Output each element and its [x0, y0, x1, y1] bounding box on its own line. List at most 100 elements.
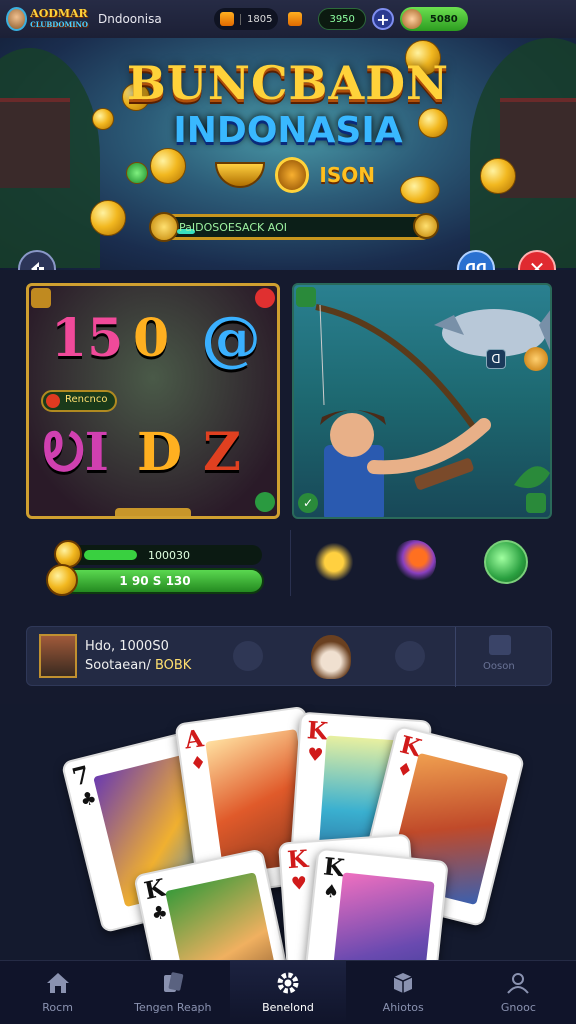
- gem-icon: [288, 12, 303, 26]
- card-hand-area: 7 ♣ A ♦ K ♥ K ♦ K ♣ K ♥ K ♠: [0, 704, 576, 960]
- coin-deco: [150, 148, 186, 184]
- hero-banner[interactable]: BUNCBADN INDONASIA ISON PaIDOSOESACK AOI…: [0, 38, 576, 270]
- card-rank: A: [182, 723, 206, 755]
- player-balance-value: 5080: [429, 13, 458, 25]
- region-label: Dndoonisa: [98, 12, 162, 26]
- emblem-text: ISON: [319, 163, 375, 187]
- player-info-bar[interactable]: Hdo, 1000S0 Sootaean/ BOBK Ooson: [26, 626, 552, 687]
- currency-value-1: 1805: [240, 13, 272, 25]
- reward-progress-bar: 100030: [54, 545, 262, 565]
- slot-label: Rencnco: [41, 390, 118, 412]
- card-art: [165, 872, 283, 960]
- collect-reward-value: 1 90 S 130: [119, 574, 191, 588]
- slot-bottom-tab: [115, 508, 191, 516]
- add-currency-button[interactable]: +: [371, 8, 394, 30]
- card-suit: ♣: [149, 901, 170, 926]
- app-logo[interactable]: AODMAR CLUBDOMINO: [6, 3, 88, 35]
- fishing-action-icon[interactable]: [526, 493, 546, 513]
- slot-game-card[interactable]: 15 0 @ Rencnco ᎧI D Z: [26, 283, 280, 519]
- box-icon: [393, 973, 413, 993]
- top-bar: AODMAR CLUBDOMINO Dndoonisa 1805 3950 + 5…: [0, 0, 576, 38]
- banner-title: BUNCBADN: [126, 56, 450, 110]
- banner-emblem: ISON: [215, 153, 375, 197]
- slot-symbol: ᎧI: [43, 422, 109, 483]
- lure-icon[interactable]: [392, 540, 436, 584]
- currency-value-2: 3950: [329, 13, 355, 25]
- tab-label: Benelond: [262, 1001, 314, 1014]
- coin-icon: [46, 564, 78, 596]
- check-icon[interactable]: ✓: [298, 493, 318, 513]
- logo-subtext: CLUBDOMINO: [30, 20, 88, 29]
- card-art: [329, 872, 435, 960]
- player-portrait: [39, 634, 77, 678]
- fishing-badge-icon: ᗡ: [486, 349, 506, 369]
- reward-progress-value: 100030: [148, 548, 190, 562]
- progress-end-coin-icon: [413, 213, 439, 239]
- green-badge-icon: [255, 492, 275, 512]
- coin-deco: [126, 162, 148, 184]
- faded-avatar-icon: [233, 641, 263, 671]
- collect-reward-button[interactable]: 1 90 S 130: [46, 568, 264, 594]
- gear-icon: [277, 972, 299, 994]
- person-icon: [507, 973, 530, 994]
- coin-deco: [480, 158, 516, 194]
- player-avatar: [401, 9, 422, 29]
- edit-icon[interactable]: [489, 635, 511, 655]
- coin-deco: [90, 200, 126, 236]
- tab-settings[interactable]: Benelond: [230, 961, 346, 1024]
- info-line-2-value: BOBK: [154, 658, 192, 673]
- gold-bowl-icon: [215, 162, 265, 188]
- card-suit: ♥: [290, 872, 308, 895]
- card-suit: ♠: [321, 880, 341, 904]
- tab-cards[interactable]: Tengen Reaph: [115, 961, 230, 1024]
- golden-leaf-icon[interactable]: [312, 540, 356, 584]
- info-side-label[interactable]: Ooson: [483, 661, 515, 672]
- tab-box[interactable]: Ahiotos: [346, 961, 461, 1024]
- banner-subtitle: INDONASIA: [173, 110, 403, 151]
- slot-symbol: @: [201, 304, 261, 374]
- card-rank: 7: [69, 759, 93, 792]
- tab-home[interactable]: Rocm: [0, 961, 115, 1024]
- slot-symbol: Z: [203, 422, 241, 483]
- medal-icon: [274, 157, 310, 193]
- green-globe-icon[interactable]: [484, 540, 528, 584]
- back-arrow-icon: [31, 262, 44, 270]
- fishing-scene: [315, 304, 550, 517]
- progress-label: PaIDOSOESACK AOI: [179, 220, 287, 234]
- section-divider: [290, 530, 291, 596]
- tab-label: Rocm: [42, 1001, 73, 1014]
- fishing-game-card[interactable]: ᗡ ✓: [292, 283, 552, 519]
- card-rank: K: [306, 715, 329, 746]
- home-icon: [46, 973, 69, 993]
- corner-badge-icon: [31, 288, 51, 308]
- reward-progress-fill: [84, 550, 137, 560]
- slot-symbol: 15: [51, 308, 124, 369]
- coin-deco: [400, 176, 440, 204]
- tab-label: Gnooc: [500, 1001, 536, 1014]
- player-balance-pill[interactable]: 5080: [399, 7, 468, 31]
- playing-card[interactable]: K ♠: [299, 847, 449, 960]
- banner-progress-bar: PaIDOSOESACK AOI: [149, 212, 439, 242]
- fishing-corner-icon: [296, 287, 316, 307]
- card-suit: ♥: [306, 744, 325, 767]
- faded-chat-icon: [395, 641, 425, 671]
- slot-symbol: D: [137, 422, 183, 483]
- card-rank: K: [141, 872, 169, 906]
- progress-coin-icon: [149, 212, 179, 242]
- tab-profile[interactable]: Gnooc: [461, 961, 576, 1024]
- info-line-1: Hdo, 1000S0: [85, 639, 169, 654]
- explorer-mascot-icon[interactable]: [311, 635, 351, 679]
- bottom-tab-bar: Rocm Tengen Reaph Benelond Ahiotos Gnooc: [0, 960, 576, 1024]
- card-rank: K: [286, 843, 310, 875]
- currency-pill-1[interactable]: 1805: [214, 8, 279, 30]
- tab-label: Tengen Reaph: [134, 1001, 212, 1014]
- fishing-coin-icon: [524, 347, 548, 371]
- currency-pill-2[interactable]: 3950: [318, 8, 366, 30]
- cards-icon: [163, 972, 183, 992]
- coin-icon: [220, 12, 234, 26]
- tab-label: Ahiotos: [382, 1001, 424, 1014]
- info-divider: [455, 627, 456, 687]
- card-suit: ♦: [188, 752, 208, 776]
- info-line-2-prefix: Sootaean/: [85, 658, 151, 673]
- slot-symbol: 0: [133, 308, 170, 369]
